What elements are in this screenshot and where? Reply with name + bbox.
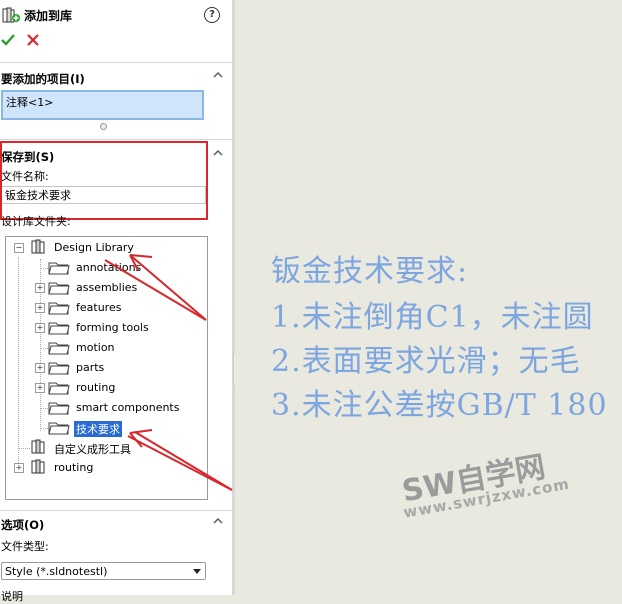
folder-icon	[48, 322, 70, 335]
section-separator	[0, 139, 232, 140]
options-section-header[interactable]: 选项(O)	[0, 514, 232, 534]
tree-node-tech-requirements[interactable]: 技术要求	[32, 419, 202, 437]
chevron-down-icon	[193, 569, 201, 574]
tree-node-motion[interactable]: motion	[32, 339, 202, 357]
folder-icon	[48, 422, 70, 435]
tree-node-label: Design Library	[54, 241, 134, 254]
resize-handle[interactable]	[100, 123, 107, 130]
graphics-area[interactable]: 钣金技术要求: 1.未注倒角C1，未注圆 2.表面要求光滑；无毛 3.未注公差按…	[235, 0, 622, 595]
close-icon	[27, 34, 39, 46]
note-line-2[interactable]: 1.未注倒角C1，未注圆	[271, 292, 594, 336]
folder-icon	[48, 282, 70, 295]
tree-node-label: routing	[76, 381, 116, 394]
tree-node-parts[interactable]: + parts	[32, 359, 202, 377]
expand-icon[interactable]: +	[14, 463, 24, 473]
expand-icon[interactable]: +	[35, 283, 45, 293]
chevron-up-icon	[213, 72, 223, 78]
panel-title: 添加到库	[24, 9, 73, 23]
panel-title-row: 添加到库 ?	[0, 4, 232, 24]
file-type-label: 文件类型:	[1, 540, 49, 553]
tree-node-label: 自定义成形工具	[54, 443, 131, 456]
file-type-value: Style (*.sldnotestl)	[5, 565, 108, 578]
property-manager-panel: 添加到库 ? 要添加的项目(I) 注释<1> 保存到(S) 文件名称: 设计库文…	[0, 0, 232, 603]
section-separator	[0, 62, 232, 63]
note-line-3[interactable]: 2.表面要求光滑；无毛	[271, 336, 581, 380]
tree-node-label: features	[76, 301, 122, 314]
section-separator	[0, 510, 232, 511]
tree-node-label: routing	[54, 461, 94, 474]
expand-icon[interactable]: +	[35, 303, 45, 313]
items-section-header[interactable]: 要添加的项目(I)	[0, 68, 232, 88]
tree-node-label: motion	[76, 341, 115, 354]
expand-icon[interactable]: +	[35, 323, 45, 333]
items-section-heading: 要添加的项目(I)	[1, 72, 85, 86]
list-item[interactable]: 注释<1>	[6, 94, 53, 110]
items-to-add-list[interactable]: 注释<1>	[1, 90, 204, 120]
tree-node-label: smart components	[76, 401, 180, 414]
tree-node-features[interactable]: + features	[32, 299, 202, 317]
folder-icon	[48, 382, 70, 395]
design-library-tree[interactable]: − Design Library annotations + assemblie…	[5, 236, 208, 500]
cancel-button[interactable]	[26, 33, 40, 50]
design-library-folder-label: 设计库文件夹:	[1, 215, 71, 228]
folder-icon	[48, 302, 70, 315]
folder-icon	[48, 402, 70, 415]
folder-icon	[48, 342, 70, 355]
library-add-icon	[2, 6, 20, 27]
tree-node-design-library[interactable]: − Design Library	[10, 239, 200, 257]
library-icon	[31, 459, 45, 474]
tree-node-custom-forming-tools[interactable]: 自定义成形工具	[10, 439, 200, 457]
description-label: 说明	[1, 590, 23, 603]
highlight-frame	[0, 141, 208, 220]
expand-icon[interactable]: +	[35, 363, 45, 373]
tree-node-annotations[interactable]: annotations	[32, 259, 202, 277]
library-icon	[31, 439, 45, 454]
help-icon[interactable]: ?	[204, 7, 220, 23]
tree-node-label: parts	[76, 361, 105, 374]
checkmark-icon	[1, 34, 15, 46]
expand-icon[interactable]: +	[35, 383, 45, 393]
chevron-up-icon	[213, 150, 223, 156]
folder-icon	[48, 362, 70, 375]
folder-icon	[48, 262, 70, 275]
tree-node-routing[interactable]: + routing	[32, 379, 202, 397]
tree-node-label: assemblies	[76, 281, 138, 294]
file-type-select[interactable]: Style (*.sldnotestl)	[1, 562, 206, 580]
tree-node-label: annotations	[76, 261, 142, 274]
options-section-heading: 选项(O)	[1, 518, 45, 532]
tree-node-forming-tools[interactable]: + forming tools	[32, 319, 202, 337]
ok-button[interactable]	[0, 32, 16, 51]
chevron-up-icon	[213, 518, 223, 524]
library-icon	[31, 239, 45, 254]
note-line-4[interactable]: 3.未注公差按GB/T 180	[271, 380, 608, 424]
tree-node-routing-root[interactable]: + routing	[10, 459, 200, 477]
collapse-icon[interactable]: −	[14, 243, 24, 253]
tree-node-smart-components[interactable]: smart components	[32, 399, 202, 417]
tree-node-label: forming tools	[76, 321, 149, 334]
tree-node-label-selected: 技术要求	[74, 421, 122, 437]
note-line-1[interactable]: 钣金技术要求:	[271, 246, 468, 290]
tree-node-assemblies[interactable]: + assemblies	[32, 279, 202, 297]
